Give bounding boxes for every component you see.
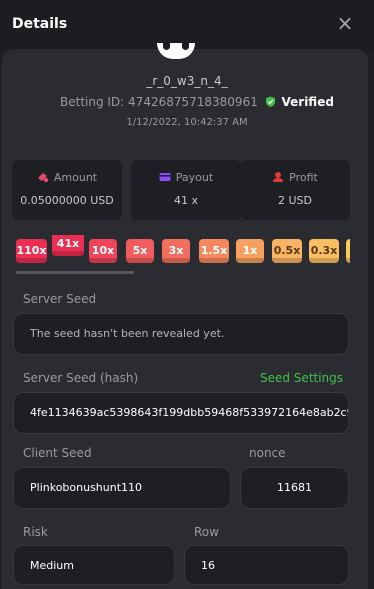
nonce-field[interactable]: 11681	[240, 467, 349, 509]
server-seed-hash-field[interactable]: 4fe1134639ac5398643f199dbb59468f53397216…	[13, 392, 349, 434]
multiplier-tile: 1.5x	[199, 239, 229, 263]
multiplier-tile: 0.5x	[272, 239, 302, 263]
risk-field[interactable]: Medium	[13, 545, 175, 585]
verified-shield-icon	[265, 96, 275, 107]
username: _r_0_w3_n_4_	[146, 74, 228, 88]
multiplier-tile: 1x	[236, 239, 264, 263]
betting-id-label: Betting ID:	[60, 95, 125, 109]
multiplier-row[interactable]: 110x 41x 10x 5x 3x 1.5x 1x 0.5x 0.3x	[16, 235, 350, 275]
profit-card: Profit 2 USD	[240, 160, 350, 220]
multiplier-tile: 110x	[16, 239, 47, 263]
multiplier-tile: 10x	[89, 239, 117, 263]
profit-label: Profit	[289, 171, 318, 184]
server-seed-field[interactable]: The seed hasn't been revealed yet.	[13, 313, 349, 355]
profit-value: 2 USD	[278, 194, 312, 207]
amount-icon	[37, 173, 49, 183]
multiplier-tile: 5x	[126, 239, 154, 263]
verified-label: Verified	[281, 95, 334, 109]
betting-id-line: Betting ID: 47426875718380961 Verified	[60, 95, 334, 109]
risk-label: Risk	[23, 525, 48, 539]
payout-value: 41 x	[173, 194, 198, 207]
betting-id-value: 47426875718380961	[128, 95, 258, 109]
row-label: Row	[194, 525, 219, 539]
close-icon[interactable]: ×	[336, 12, 354, 34]
amount-label: Amount	[53, 171, 98, 184]
page-title: Details	[12, 16, 68, 32]
client-seed-label: Client Seed	[23, 446, 92, 460]
server-seed-label: Server Seed	[23, 292, 97, 306]
row-field[interactable]: 16	[184, 545, 349, 585]
multiplier-tile	[346, 239, 350, 263]
client-seed-field[interactable]: Plinkobonushunt110	[13, 467, 231, 509]
amount-card: Amount 0.05000000 USD	[12, 160, 122, 220]
payout-card: Payout 41 x	[131, 160, 241, 220]
payout-label: Payout	[175, 171, 214, 184]
amount-value: 0.05000000 USD	[20, 194, 114, 207]
multiplier-tile-selected: 41x	[52, 235, 84, 256]
multiplier-tile: 0.3x	[309, 239, 339, 263]
bet-timestamp: 1/12/2022, 10:42:37 AM	[126, 117, 248, 128]
seed-settings-link[interactable]: Seed Settings	[260, 371, 343, 385]
multiplier-scrollbar[interactable]	[16, 271, 134, 274]
payout-icon	[159, 173, 171, 181]
profit-icon	[273, 172, 284, 182]
multiplier-tile: 3x	[162, 239, 190, 263]
server-seed-hash-label: Server Seed (hash)	[23, 371, 139, 385]
nonce-label: nonce	[249, 446, 286, 460]
